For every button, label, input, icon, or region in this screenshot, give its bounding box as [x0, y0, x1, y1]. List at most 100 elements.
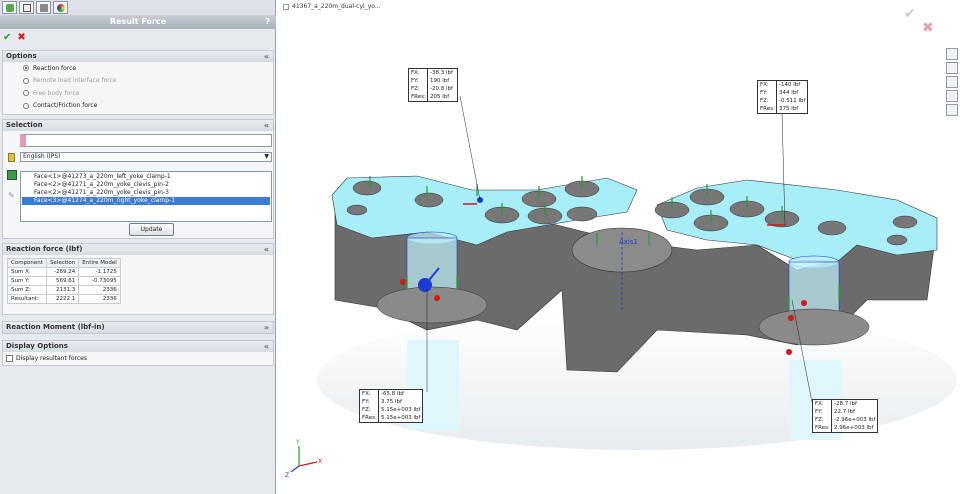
callout-value: 5.15e+003 lbf: [378, 414, 420, 422]
hole: [892, 215, 918, 229]
units-icon: [8, 153, 15, 162]
force-callout-left-bottom[interactable]: FX: -65.8 lbf FY: 3.75 lbf FZ: 5.15e+003 lbf F…: [359, 389, 424, 423]
configuration-manager-tab[interactable]: [36, 1, 51, 14]
radio-button[interactable]: [23, 77, 29, 84]
callout-row: FZ: -0.511 lbf: [760, 97, 805, 105]
hole: [414, 192, 444, 208]
callout-value: 190 lbf: [427, 77, 455, 85]
ok-button[interactable]: ✔: [3, 32, 11, 44]
table-row: Sum Z: 2131.3 2336: [7, 285, 121, 295]
reaction-moment-header[interactable]: Reaction Moment (lbf-in)»: [3, 322, 273, 333]
callout-value: -2.96e+003 lbf: [831, 416, 875, 424]
update-button[interactable]: Update: [129, 223, 174, 236]
callout-key: FX:: [362, 391, 371, 397]
property-list-icon: [22, 3, 31, 12]
hole: [346, 204, 368, 216]
feature-manager-tab[interactable]: [2, 1, 17, 14]
callout-key: FZ:: [362, 407, 371, 413]
expand-icon[interactable]: »: [264, 322, 269, 333]
collapse-icon[interactable]: «: [264, 244, 269, 255]
option-radio-2[interactable]: Free body force: [3, 87, 273, 100]
appearance-icon: [56, 3, 65, 12]
property-manager: Result Force ? ✔ ✖ Options « Reaction for…: [0, 0, 276, 494]
list-item[interactable]: Face<3>@41274_a_220m_right_yoke_clamp-1: [22, 197, 270, 205]
force-callout-left-top[interactable]: FX: -38.3 lbf FY: 190 lbf FZ: -20.8 lbf FRes: 2…: [408, 68, 458, 102]
table-cell: 2131.3: [45, 285, 80, 295]
display-resultant-checkbox[interactable]: [6, 354, 13, 362]
graphics-area[interactable]: 41367_a_220m_dual-cyl_yo... ✔ ✖ Axis1 X …: [277, 0, 960, 494]
table-cell: Sum Z:: [7, 285, 47, 295]
callout-value: 205 lbf: [427, 93, 455, 101]
selection-input[interactable]: [20, 134, 272, 147]
options-radio-group: Reaction force Remote load interface forc…: [3, 62, 273, 112]
callout-key: FZ:: [760, 98, 769, 104]
callout-row: FX: -38.3 lbf: [411, 69, 455, 77]
options-header[interactable]: Options «: [3, 51, 273, 62]
callout-row: FX: -140 lbf: [760, 81, 805, 89]
callout-key: FRes:: [760, 106, 775, 112]
appearance-manager-tab[interactable]: [53, 1, 68, 14]
list-item[interactable]: Face<2>@41271_a_220m_yoke_clevis_pin-3: [22, 189, 270, 197]
face-filter-icon[interactable]: [7, 170, 17, 180]
option-radio-1[interactable]: Remote load interface force: [3, 75, 273, 88]
panel-title: Result Force: [109, 17, 167, 26]
callout-value: 3.75 lbf: [378, 398, 406, 406]
axis1-label: Axis1: [619, 238, 638, 246]
callout-row: FY: 22.7 lbf: [815, 408, 875, 416]
callout-value: 344 lbf: [776, 89, 804, 97]
option-radio-3[interactable]: Contact/Friction force: [3, 100, 273, 113]
table-cell: 2222.1: [45, 294, 80, 304]
vertex-filter-icon[interactable]: ✎: [8, 191, 15, 200]
red-marker: [788, 315, 794, 321]
table-cell: Resultant:: [7, 294, 47, 304]
selection-header[interactable]: Selection «: [3, 120, 273, 131]
units-select[interactable]: English (IPS) ▼: [20, 152, 272, 162]
panel-actions: ✔ ✖: [3, 32, 26, 44]
callout-key: FY:: [362, 399, 370, 405]
callout-row: FRes: 2.96e+003 lbf: [815, 424, 875, 432]
collapse-icon[interactable]: «: [264, 341, 269, 352]
help-button[interactable]: ?: [265, 15, 270, 29]
column-header: Selection: [45, 258, 80, 268]
radio-label: Reaction force: [33, 64, 77, 72]
callout-row: FRes: 375 lbf: [760, 105, 805, 113]
callout-key: FY:: [411, 78, 419, 84]
collapse-icon[interactable]: «: [264, 51, 269, 62]
collapse-icon[interactable]: «: [264, 120, 269, 131]
option-radio-0[interactable]: Reaction force: [3, 62, 273, 75]
table-cell: Sum X:: [7, 267, 47, 277]
callout-key: FY:: [815, 409, 823, 415]
list-item[interactable]: Face<2>@41271_a_220m_yoke_clevis_pin-2: [22, 181, 270, 189]
callout-key: FX:: [815, 401, 824, 407]
reaction-moment-section: Reaction Moment (lbf-in)»: [2, 321, 274, 334]
reaction-force-header[interactable]: Reaction force (lbf) «: [3, 244, 273, 255]
radio-button[interactable]: [23, 65, 29, 72]
callout-value: 375 lbf: [776, 105, 804, 113]
cancel-button[interactable]: ✖: [17, 32, 25, 44]
table-cell: -269.24: [45, 267, 80, 277]
right-yoke-base: [758, 308, 870, 346]
callout-key: FZ:: [815, 417, 824, 423]
callout-value: -38.3 lbf: [427, 69, 455, 77]
callout-row: FZ: 5.15e+003 lbf: [362, 406, 420, 414]
force-callout-right-top[interactable]: FX: -140 lbf FY: 344 lbf FZ: -0.511 lbf FRes: 3…: [757, 80, 809, 114]
configuration-icon: [39, 3, 48, 12]
radio-button[interactable]: [23, 102, 29, 109]
callout-value: 5.15e+003 lbf: [378, 406, 420, 414]
radio-button[interactable]: [23, 90, 29, 97]
chevron-down-icon: ▼: [264, 153, 269, 160]
callout-row: FY: 3.75 lbf: [362, 398, 420, 406]
column-header: Component: [7, 258, 47, 268]
property-manager-tab[interactable]: [19, 1, 34, 14]
callout-row: FRes: 205 lbf: [411, 93, 455, 101]
table-cell: 569.61: [45, 276, 80, 286]
selection-section: Selection « English (IPS) ▼ ✎ Face<1>@412…: [2, 119, 274, 239]
display-options-header[interactable]: Display Options «: [3, 341, 273, 352]
callout-row: FX: -28.7 lbf: [815, 400, 875, 408]
force-callout-right-bottom[interactable]: FX: -28.7 lbf FY: 22.7 lbf FZ: -2.96e+003 lbf…: [812, 399, 879, 433]
list-item[interactable]: Face<1>@41273_a_220m_left_yoke_clamp-1: [22, 173, 270, 181]
callout-key: FX:: [411, 70, 420, 76]
table-row: Sum X: -269.24 -1.1725: [7, 267, 121, 277]
display-resultant-option[interactable]: Display resultant forces: [3, 352, 273, 364]
selected-faces-list[interactable]: Face<1>@41273_a_220m_left_yoke_clamp-1 Fa…: [20, 171, 272, 222]
